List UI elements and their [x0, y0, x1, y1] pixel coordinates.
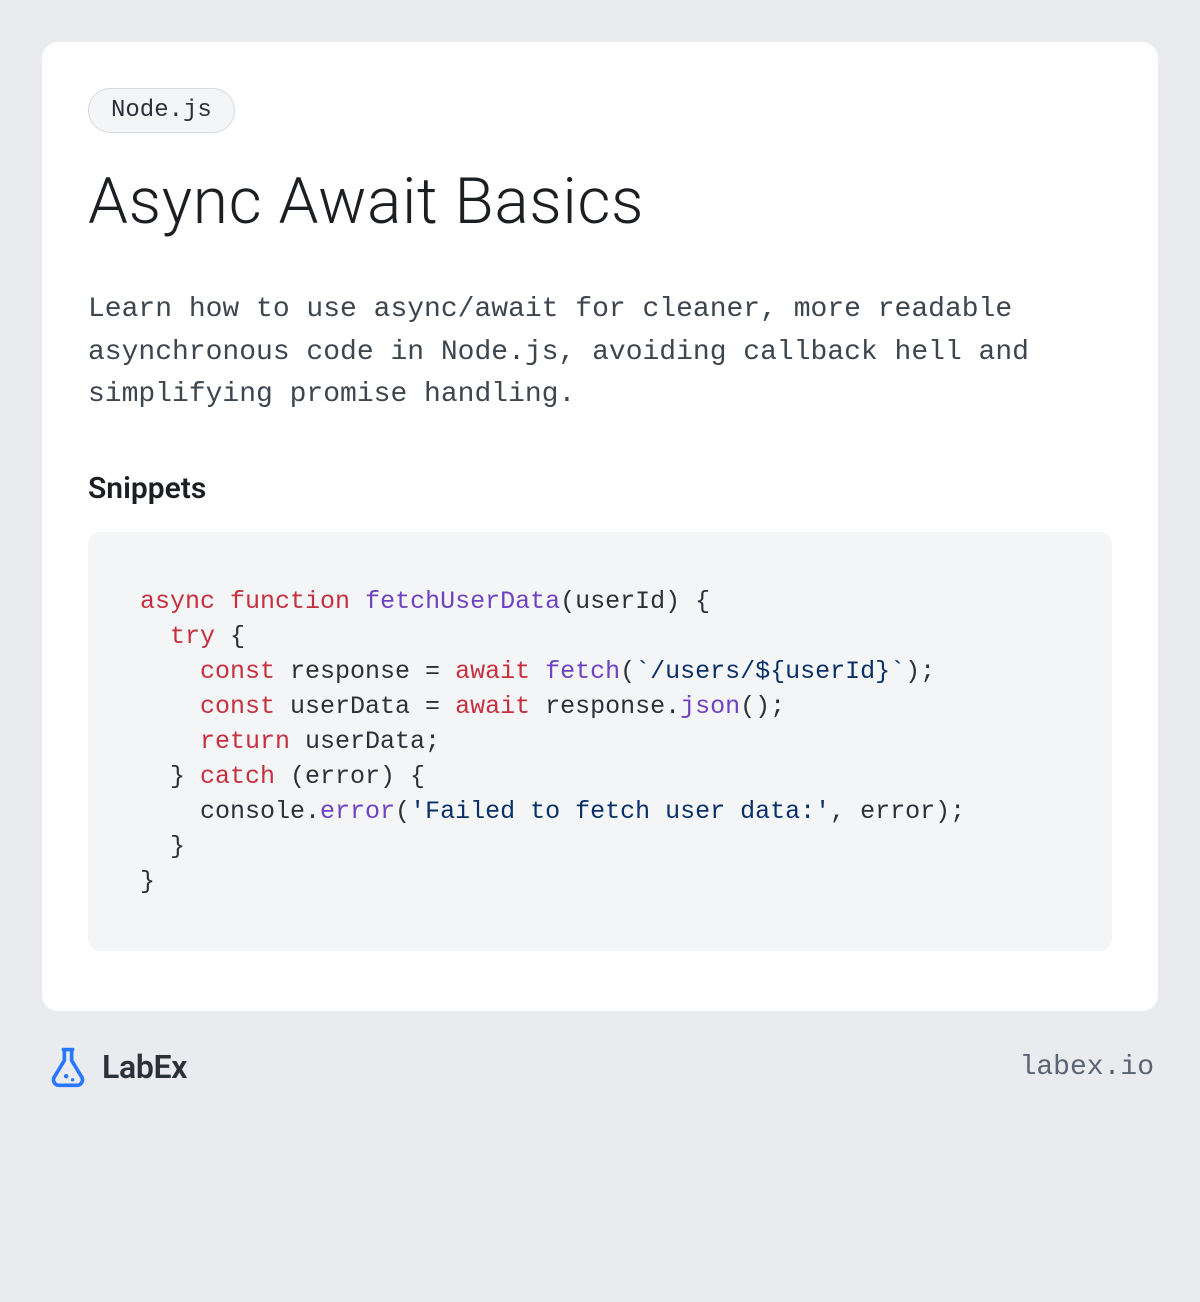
- brand-name: LabEx: [102, 1048, 187, 1086]
- snippets-heading: Snippets: [88, 471, 1112, 506]
- code-block: async function fetchUserData(userId) { t…: [88, 532, 1112, 951]
- code-content: async function fetchUserData(userId) { t…: [140, 584, 1072, 899]
- footer: LabEx labex.io: [42, 1045, 1158, 1089]
- content-card: Node.js Async Await Basics Learn how to …: [42, 42, 1158, 1011]
- description: Learn how to use async/await for cleaner…: [88, 289, 1112, 417]
- site-url: labex.io: [1020, 1052, 1154, 1083]
- category-tag: Node.js: [88, 88, 235, 133]
- page-title: Async Await Basics: [88, 167, 1112, 237]
- brand: LabEx: [46, 1045, 187, 1089]
- flask-icon: [46, 1045, 90, 1089]
